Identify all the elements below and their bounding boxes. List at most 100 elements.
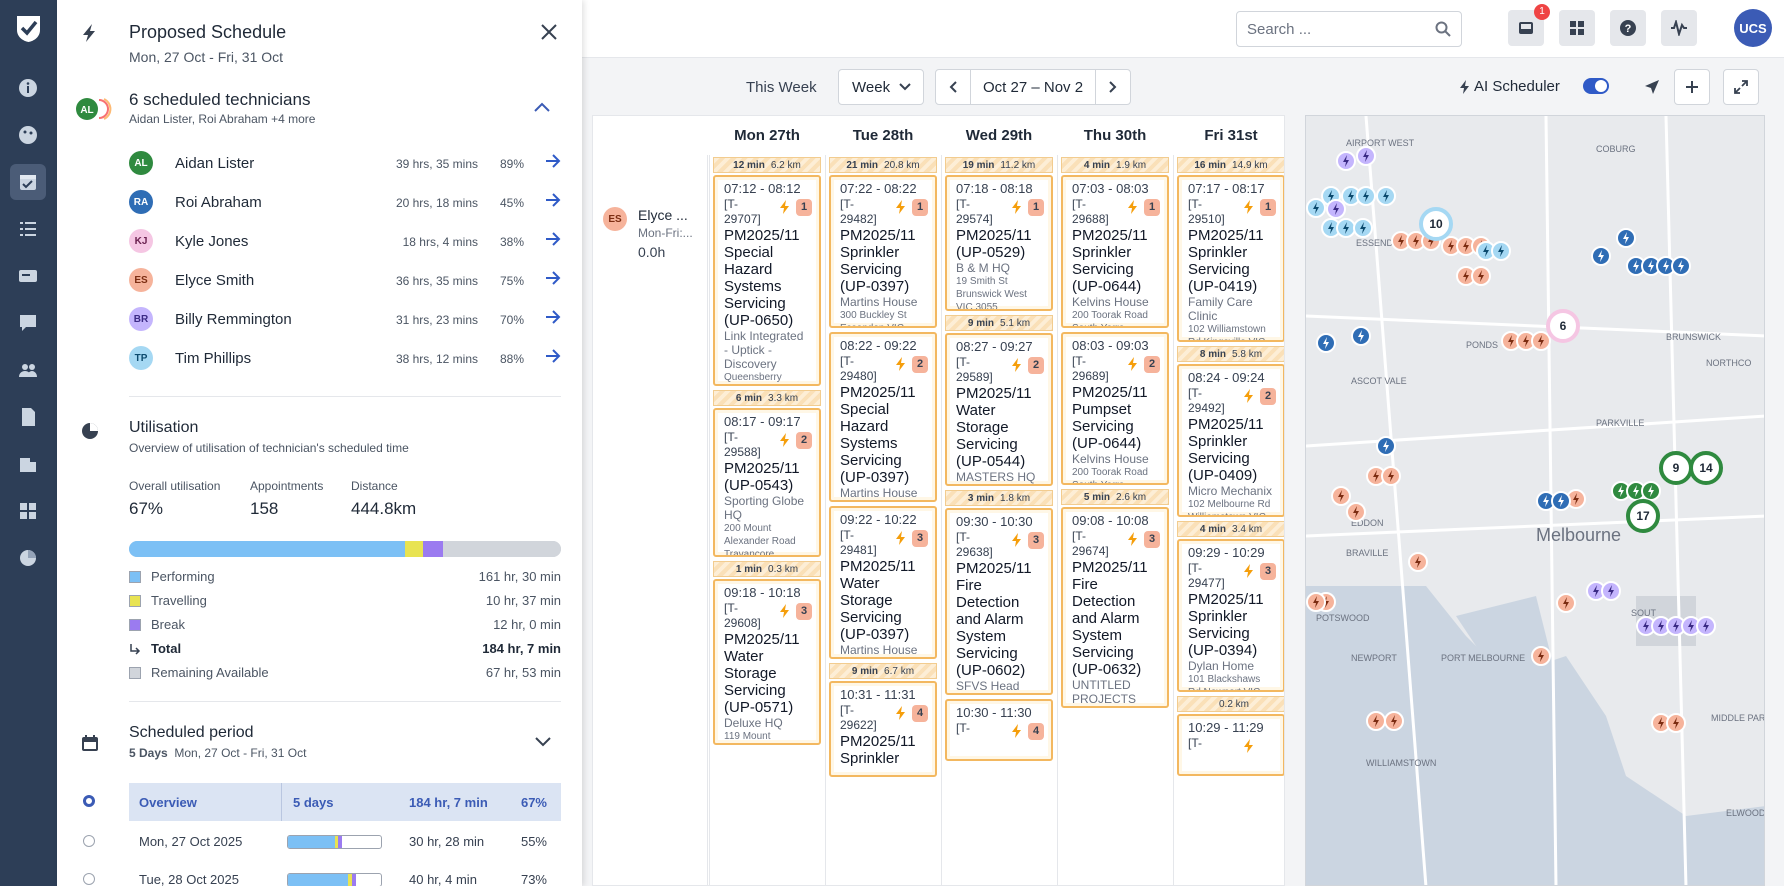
activity-button[interactable] xyxy=(1661,10,1697,46)
appointment-card[interactable]: 07:18 - 08:18 [T- 29574] 1 PM2025/11 (UP-05… xyxy=(945,175,1053,311)
expand-button[interactable] xyxy=(1723,69,1759,105)
appointment-card[interactable]: 09:30 - 10:30 [T- 29638] 3 PM2025/11 Fire D… xyxy=(945,508,1053,695)
appointment-ref-text: [T- 29707] xyxy=(724,197,761,226)
appointment-card[interactable]: 09:29 - 10:29 [T- 29477] 3 PM2025/11 Sprink… xyxy=(1177,539,1284,692)
tech-row[interactable]: TP Tim Phillips 38 hrs, 12 mins 88% xyxy=(129,343,561,373)
day-header[interactable]: Thu 30th xyxy=(1058,116,1172,155)
travel-segment: 9 min 6.7 km xyxy=(829,663,937,679)
period-date: Mon, 27 Oct 2025 xyxy=(139,834,243,849)
travel-distance: 1.8 km xyxy=(1000,492,1031,504)
period-radio[interactable] xyxy=(83,835,95,847)
next-week-button[interactable] xyxy=(1096,70,1130,104)
view-select[interactable]: Week xyxy=(838,69,924,105)
close-button[interactable] xyxy=(541,24,557,40)
search-input[interactable]: Search ... xyxy=(1236,11,1462,47)
ai-scheduler-toggle[interactable] xyxy=(1583,78,1609,94)
invoice-icon[interactable] xyxy=(10,399,46,435)
travel-time: 5 min xyxy=(1083,491,1111,503)
period-radio[interactable] xyxy=(83,873,95,885)
apps-grid-button[interactable] xyxy=(1559,10,1595,46)
schedule-icon[interactable] xyxy=(10,164,46,200)
buildings-icon[interactable] xyxy=(10,446,46,482)
period-row[interactable]: Tue, 28 Oct 2025 40 hr, 4 min 73% xyxy=(129,860,561,886)
user-avatar[interactable]: UCS xyxy=(1734,9,1772,47)
prev-week-button[interactable] xyxy=(936,70,970,104)
apps-icon[interactable] xyxy=(10,493,46,529)
stat-label: Distance xyxy=(351,479,398,493)
tech-row[interactable]: ES Elyce Smith 36 hrs, 35 mins 75% xyxy=(129,265,561,295)
arrow-right-icon[interactable] xyxy=(545,271,561,285)
legend-swatch xyxy=(129,571,141,583)
appointment-card[interactable]: 10:30 - 11:30 [T- 4 xyxy=(945,699,1053,761)
tasks-icon[interactable] xyxy=(10,211,46,247)
info-icon[interactable] xyxy=(10,70,46,106)
chevron-up-icon xyxy=(534,102,550,112)
arrow-right-icon[interactable] xyxy=(545,193,561,207)
appointment-card[interactable]: 08:17 - 09:17 [T- 29588] 2 PM2025/11 (UP-05… xyxy=(713,408,821,557)
arrow-right-icon[interactable] xyxy=(545,310,561,324)
period-overview-row[interactable]: Overview 5 days 184 hr, 7 min 67% xyxy=(129,783,561,821)
mini-bar-break xyxy=(338,836,342,848)
locate-button[interactable] xyxy=(1634,69,1670,105)
expand-period-button[interactable] xyxy=(535,737,551,747)
day-header[interactable]: Mon 27th xyxy=(710,116,824,155)
quotes-icon[interactable] xyxy=(10,305,46,341)
people-icon[interactable] xyxy=(10,352,46,388)
inbox-button[interactable]: 1 xyxy=(1508,4,1550,46)
help-button[interactable]: ? xyxy=(1610,10,1646,46)
travel-distance: 5.1 km xyxy=(1000,317,1031,329)
arrow-right-icon[interactable] xyxy=(545,349,561,363)
arrow-right-icon[interactable] xyxy=(545,232,561,246)
appointment-address: 300 Buckley St Essendon VIC 3040 xyxy=(840,500,926,502)
dashboard-icon[interactable] xyxy=(10,117,46,153)
day-header[interactable]: Wed 29th xyxy=(942,116,1056,155)
bolt-icon xyxy=(1244,200,1254,214)
group-avatar-initials: AL xyxy=(80,105,93,116)
app-logo-icon[interactable] xyxy=(11,11,46,46)
overview-radio[interactable] xyxy=(83,795,95,807)
appointment-card[interactable]: 10:29 - 11:29 [T- xyxy=(1177,714,1284,776)
legend-swatch xyxy=(129,595,141,607)
appointment-title: PM2025/11 Sprinkler xyxy=(840,733,916,767)
appointment-card[interactable]: 07:22 - 08:22 [T- 29482] 1 PM2025/11 Sprink… xyxy=(829,175,937,328)
appointment-card[interactable]: 09:22 - 10:22 [T- 29481] 3 PM2025/11 Water … xyxy=(829,506,937,659)
map-cluster-count: 6 xyxy=(1560,319,1567,333)
appointment-card[interactable]: 08:22 - 09:22 [T- 29480] 2 PM2025/11 Specia… xyxy=(829,332,937,502)
this-week-button[interactable]: This Week xyxy=(746,79,817,96)
map-canvas[interactable]: AIRPORT WESTCOBURGBRUNSWICKESSENDONASCOT… xyxy=(1306,116,1765,886)
period-row[interactable]: Mon, 27 Oct 2025 30 hr, 28 min 55% xyxy=(129,822,561,860)
appointment-card[interactable]: 09:18 - 10:18 [T- 29608] 3 PM2025/11 Water … xyxy=(713,579,821,745)
appointment-address: 19 Smith St Brunswick West VIC 3055 xyxy=(956,276,1027,311)
tech-row[interactable]: BR Billy Remmington 31 hrs, 23 mins 70% xyxy=(129,304,561,334)
day-header[interactable]: Tue 28th xyxy=(826,116,940,155)
collapse-techs-button[interactable] xyxy=(534,102,550,112)
technician-cell[interactable]: ES Elyce ... Mon-Fri:... 0.0h xyxy=(593,155,708,885)
appointment-ref: [T- 29674] 3 xyxy=(1072,529,1160,559)
legend-row: Total 184 hr, 7 min xyxy=(129,639,561,659)
appointment-address: 101 Blackshaws Rd Newport VIC 3015 xyxy=(1188,674,1261,690)
appointment-card[interactable]: 10:31 - 11:31 [T- 29622] 4 PM2025/11 Sprink… xyxy=(829,681,937,777)
tech-row[interactable]: RA Roi Abraham 20 hrs, 18 mins 45% xyxy=(129,187,561,217)
appointment-card[interactable]: 08:27 - 09:27 [T- 29589] 2 PM2025/11 Water … xyxy=(945,333,1053,486)
bolt-icon xyxy=(83,24,95,42)
tech-row[interactable]: AL Aidan Lister 39 hrs, 35 mins 89% xyxy=(129,148,561,178)
tech-avatar: RA xyxy=(129,190,153,214)
appointment-card[interactable]: 07:12 - 08:12 [T- 29707] 1 PM2025/11 Specia… xyxy=(713,175,821,386)
travel-segment: 12 min 6.2 km xyxy=(713,157,821,173)
appointment-card[interactable]: 07:17 - 08:17 [T- 29510] 1 PM2025/11 Sprink… xyxy=(1177,175,1284,342)
appointment-card[interactable]: 08:03 - 09:03 [T- 29689] 2 PM2025/11 Pumpse… xyxy=(1061,332,1169,485)
appointment-card[interactable]: 09:08 - 10:08 [T- 29674] 3 PM2025/11 Fire D… xyxy=(1061,507,1169,708)
map-view[interactable]: AIRPORT WEST COBURG BRUNSWICK ESSENDON ASCOT… xyxy=(1305,115,1765,886)
column-divider xyxy=(941,155,942,885)
legend-label: Break xyxy=(151,617,185,632)
appointment-card[interactable]: 08:24 - 09:24 [T- 29492] 2 PM2025/11 Sprink… xyxy=(1177,364,1284,517)
travel-segment: 3 min 1.8 km xyxy=(945,490,1053,506)
day-header[interactable]: Fri 31st xyxy=(1174,116,1284,155)
billing-icon[interactable] xyxy=(10,258,46,294)
tech-row[interactable]: KJ Kyle Jones 18 hrs, 4 mins 38% xyxy=(129,226,561,256)
arrow-right-icon[interactable] xyxy=(545,154,561,168)
appointment-location: Micro Mechanix xyxy=(1188,484,1273,498)
appointment-card[interactable]: 07:03 - 08:03 [T- 29688] 1 PM2025/11 Sprink… xyxy=(1061,175,1169,328)
reports-icon[interactable] xyxy=(10,540,46,576)
add-button[interactable] xyxy=(1674,69,1710,105)
